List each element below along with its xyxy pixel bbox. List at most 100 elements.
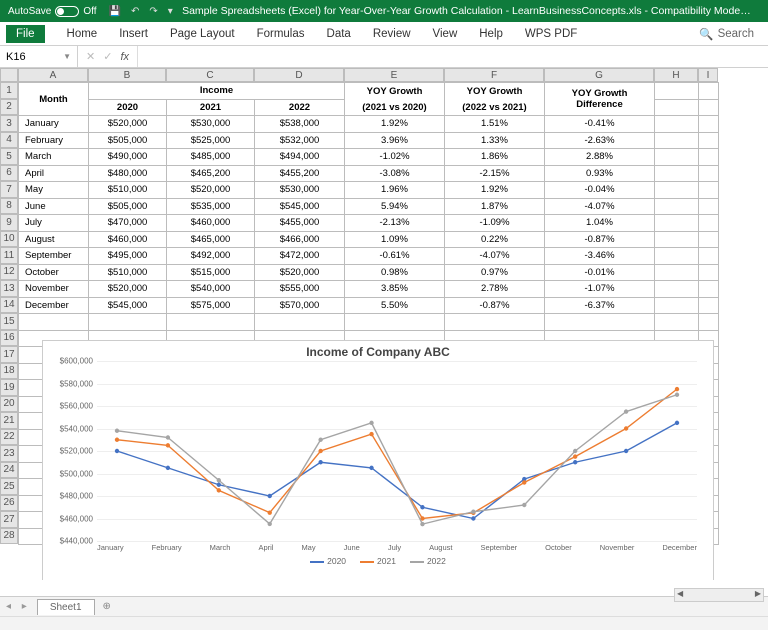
cell[interactable]: [699, 297, 719, 314]
cell[interactable]: 2021: [167, 99, 255, 116]
row-header-14[interactable]: 14: [0, 297, 18, 314]
enter-icon[interactable]: ✓: [103, 50, 112, 63]
search-box[interactable]: 🔍 Search: [699, 27, 754, 41]
cell[interactable]: -0.61%: [345, 248, 445, 265]
row-header-28[interactable]: 28: [0, 528, 18, 545]
cell[interactable]: $520,000: [255, 264, 345, 281]
cell[interactable]: -6.37%: [545, 297, 655, 314]
cell[interactable]: $575,000: [167, 297, 255, 314]
cell[interactable]: $472,000: [255, 248, 345, 265]
cell[interactable]: -0.41%: [545, 116, 655, 133]
cell[interactable]: [699, 83, 719, 100]
cell[interactable]: [89, 314, 167, 331]
cell[interactable]: December: [19, 297, 89, 314]
tab-help[interactable]: Help: [479, 28, 503, 40]
cell[interactable]: [699, 99, 719, 116]
cell[interactable]: -4.07%: [445, 248, 545, 265]
row-header-26[interactable]: 26: [0, 495, 18, 512]
cell[interactable]: [655, 149, 699, 166]
cell[interactable]: [655, 182, 699, 199]
cell[interactable]: 0.93%: [545, 165, 655, 182]
cell[interactable]: 1.09%: [345, 231, 445, 248]
cell[interactable]: [699, 182, 719, 199]
cell[interactable]: 1.92%: [345, 116, 445, 133]
cell[interactable]: 1.96%: [345, 182, 445, 199]
row-header-10[interactable]: 10: [0, 231, 18, 248]
col-header-C[interactable]: C: [166, 68, 254, 82]
cell[interactable]: $530,000: [255, 182, 345, 199]
tab-page-layout[interactable]: Page Layout: [170, 28, 235, 40]
cell[interactable]: -1.07%: [545, 281, 655, 298]
col-header-G[interactable]: G: [544, 68, 654, 82]
cell[interactable]: (2021 vs 2020): [345, 99, 445, 116]
cell[interactable]: [655, 264, 699, 281]
chevron-down-icon[interactable]: ▼: [63, 52, 71, 61]
cell[interactable]: April: [19, 165, 89, 182]
cell[interactable]: -3.08%: [345, 165, 445, 182]
cell[interactable]: [655, 297, 699, 314]
col-header-D[interactable]: D: [254, 68, 344, 82]
tab-formulas[interactable]: Formulas: [257, 28, 305, 40]
cell[interactable]: -0.04%: [545, 182, 655, 199]
cell[interactable]: [655, 132, 699, 149]
cell[interactable]: $485,000: [167, 149, 255, 166]
cell[interactable]: $535,000: [167, 198, 255, 215]
row-header-3[interactable]: 3: [0, 115, 18, 132]
cell[interactable]: 1.04%: [545, 215, 655, 232]
undo-icon[interactable]: ↶: [131, 6, 139, 17]
cell[interactable]: Month: [19, 83, 89, 116]
cell[interactable]: 1.92%: [445, 182, 545, 199]
row-header-9[interactable]: 9: [0, 214, 18, 231]
cell[interactable]: -1.02%: [345, 149, 445, 166]
cell[interactable]: $520,000: [167, 182, 255, 199]
autosave-toggle[interactable]: AutoSave Off: [8, 6, 97, 17]
col-header-I[interactable]: I: [698, 68, 718, 82]
cell[interactable]: 3.85%: [345, 281, 445, 298]
cell[interactable]: YOY Growth Difference: [545, 83, 655, 116]
row-header-16[interactable]: 16: [0, 330, 18, 347]
row-header-6[interactable]: 6: [0, 165, 18, 182]
row-header-2[interactable]: 2: [0, 99, 18, 116]
cell[interactable]: $520,000: [89, 281, 167, 298]
name-box[interactable]: K16 ▼: [0, 46, 78, 67]
cell[interactable]: $455,000: [255, 215, 345, 232]
cell[interactable]: [167, 314, 255, 331]
cell[interactable]: $465,200: [167, 165, 255, 182]
cell[interactable]: June: [19, 198, 89, 215]
row-header-19[interactable]: 19: [0, 379, 18, 396]
row-header-5[interactable]: 5: [0, 148, 18, 165]
cell[interactable]: 2022: [255, 99, 345, 116]
cell[interactable]: [655, 231, 699, 248]
cell[interactable]: YOY Growth: [445, 83, 545, 100]
tab-insert[interactable]: Insert: [119, 28, 148, 40]
cell[interactable]: 0.97%: [445, 264, 545, 281]
cell[interactable]: -1.09%: [445, 215, 545, 232]
cell[interactable]: [699, 132, 719, 149]
cell[interactable]: [655, 198, 699, 215]
cell[interactable]: 1.87%: [445, 198, 545, 215]
cell[interactable]: YOY Growth: [345, 83, 445, 100]
cell[interactable]: $455,200: [255, 165, 345, 182]
cell[interactable]: $492,000: [167, 248, 255, 265]
cell[interactable]: $545,000: [255, 198, 345, 215]
cell[interactable]: -0.87%: [545, 231, 655, 248]
tab-home[interactable]: Home: [67, 28, 98, 40]
col-header-H[interactable]: H: [654, 68, 698, 82]
cell[interactable]: November: [19, 281, 89, 298]
cell[interactable]: $540,000: [167, 281, 255, 298]
cell[interactable]: $510,000: [89, 182, 167, 199]
select-all-corner[interactable]: [0, 68, 18, 82]
cells-area[interactable]: MonthIncomeYOY GrowthYOY GrowthYOY Growt…: [18, 82, 719, 545]
cell[interactable]: -2.63%: [545, 132, 655, 149]
worksheet-grid[interactable]: ABCDEFGHI 123456789101112131415161718192…: [0, 68, 768, 580]
cell[interactable]: 0.98%: [345, 264, 445, 281]
row-header-12[interactable]: 12: [0, 264, 18, 281]
cell[interactable]: -0.01%: [545, 264, 655, 281]
cell[interactable]: [655, 165, 699, 182]
cell[interactable]: [655, 215, 699, 232]
cell[interactable]: August: [19, 231, 89, 248]
cell[interactable]: [699, 149, 719, 166]
cell[interactable]: 3.96%: [345, 132, 445, 149]
cell[interactable]: [699, 215, 719, 232]
tab-review[interactable]: Review: [373, 28, 411, 40]
